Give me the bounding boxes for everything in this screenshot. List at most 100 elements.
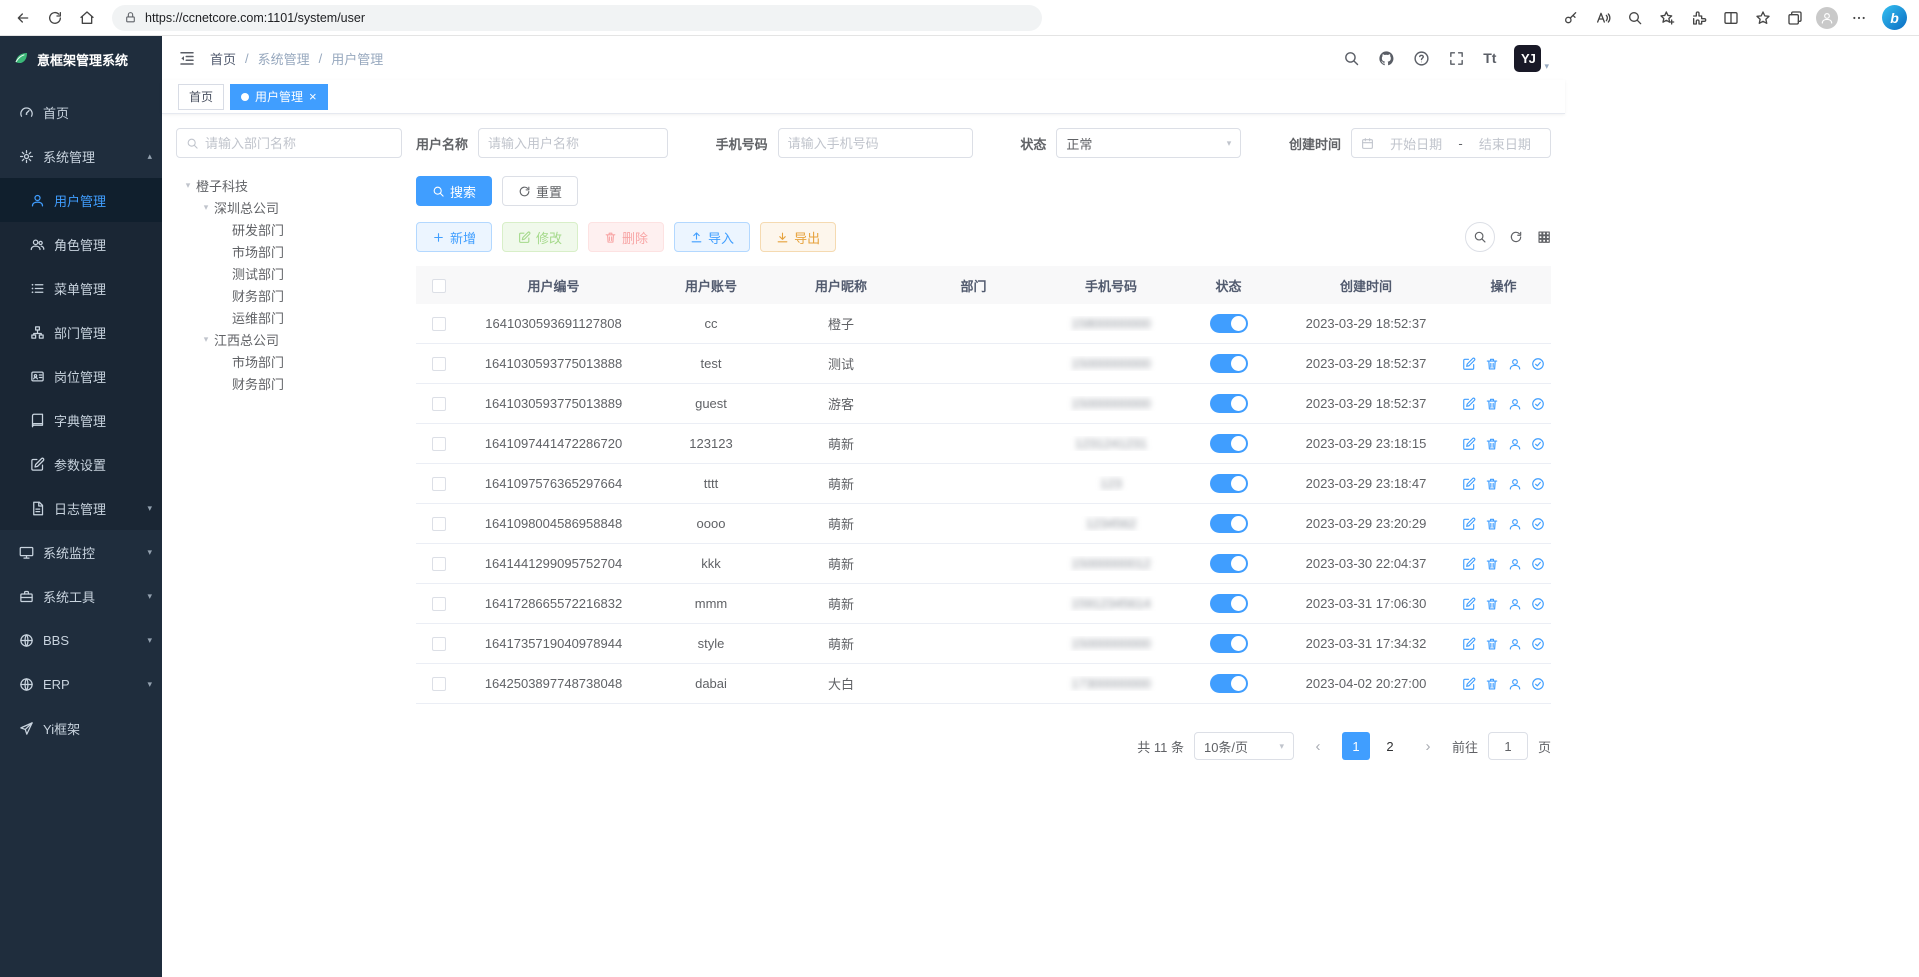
tree-node[interactable]: 财务部门 bbox=[176, 372, 402, 394]
tree-node[interactable]: 财务部门 bbox=[176, 284, 402, 306]
username-input[interactable] bbox=[488, 136, 658, 151]
status-toggle[interactable] bbox=[1210, 474, 1248, 493]
row-reset-password-icon[interactable] bbox=[1508, 517, 1522, 531]
breadcrumb-item[interactable]: 用户管理 bbox=[331, 49, 383, 68]
row-edit-icon[interactable] bbox=[1462, 477, 1476, 491]
tree-node[interactable]: 市场部门 bbox=[176, 350, 402, 372]
sidebar-item[interactable]: 系统工具 ▾ bbox=[0, 574, 162, 618]
row-reset-password-icon[interactable] bbox=[1508, 477, 1522, 491]
row-delete-icon[interactable] bbox=[1485, 477, 1499, 491]
row-checkbox[interactable] bbox=[432, 677, 446, 691]
row-reset-password-icon[interactable] bbox=[1508, 677, 1522, 691]
status-toggle[interactable] bbox=[1210, 394, 1248, 413]
github-icon[interactable] bbox=[1378, 50, 1395, 67]
row-edit-icon[interactable] bbox=[1462, 637, 1476, 651]
read-aloud-icon[interactable] bbox=[1588, 4, 1618, 32]
status-select[interactable]: 正常 ▾ bbox=[1056, 128, 1241, 158]
row-edit-icon[interactable] bbox=[1462, 557, 1476, 571]
search-icon[interactable] bbox=[1343, 50, 1360, 67]
sidebar-item[interactable]: 日志管理 ▾ bbox=[0, 486, 162, 530]
row-checkbox[interactable] bbox=[432, 317, 446, 331]
tree-node[interactable]: 市场部门 bbox=[176, 240, 402, 262]
status-toggle[interactable] bbox=[1210, 314, 1248, 333]
collections-icon[interactable] bbox=[1780, 4, 1810, 32]
edit-button[interactable]: 修改 bbox=[502, 222, 578, 252]
zoom-icon[interactable] bbox=[1620, 4, 1650, 32]
row-checkbox[interactable] bbox=[432, 637, 446, 651]
tab-close-icon[interactable]: × bbox=[309, 90, 317, 103]
sidebar-item[interactable]: 用户管理 bbox=[0, 178, 162, 222]
refresh-table-icon[interactable] bbox=[1509, 230, 1523, 244]
help-icon[interactable] bbox=[1413, 50, 1430, 67]
row-checkbox[interactable] bbox=[432, 437, 446, 451]
font-size-icon[interactable]: Tt bbox=[1483, 50, 1496, 66]
browser-more-icon[interactable] bbox=[1844, 4, 1874, 32]
page-size-select[interactable]: 10条/页 ▾ bbox=[1194, 732, 1294, 760]
sidebar-item[interactable]: 菜单管理 bbox=[0, 266, 162, 310]
goto-page-input[interactable] bbox=[1488, 732, 1528, 760]
breadcrumb-item[interactable]: 首页 bbox=[210, 49, 236, 68]
row-delete-icon[interactable] bbox=[1485, 397, 1499, 411]
row-checkbox[interactable] bbox=[432, 517, 446, 531]
status-toggle[interactable] bbox=[1210, 634, 1248, 653]
phone-input[interactable] bbox=[788, 136, 963, 151]
status-toggle[interactable] bbox=[1210, 514, 1248, 533]
tree-node[interactable]: 研发部门 bbox=[176, 218, 402, 240]
row-edit-icon[interactable] bbox=[1462, 517, 1476, 531]
row-edit-icon[interactable] bbox=[1462, 597, 1476, 611]
status-toggle[interactable] bbox=[1210, 594, 1248, 613]
split-screen-icon[interactable] bbox=[1716, 4, 1746, 32]
breadcrumb-item[interactable]: 系统管理 bbox=[258, 49, 310, 68]
row-edit-icon[interactable] bbox=[1462, 437, 1476, 451]
status-toggle[interactable] bbox=[1210, 354, 1248, 373]
tree-node[interactable]: 运维部门 bbox=[176, 306, 402, 328]
reset-button[interactable]: 重置 bbox=[502, 176, 578, 206]
favorites-icon[interactable] bbox=[1748, 4, 1778, 32]
department-search-input[interactable] bbox=[205, 136, 392, 151]
row-assign-role-icon[interactable] bbox=[1531, 397, 1545, 411]
tree-node[interactable]: ▾ 橙子科技 bbox=[176, 174, 402, 196]
search-button[interactable]: 搜索 bbox=[416, 176, 492, 206]
add-button[interactable]: 新增 bbox=[416, 222, 492, 252]
status-toggle[interactable] bbox=[1210, 434, 1248, 453]
row-delete-icon[interactable] bbox=[1485, 597, 1499, 611]
fullscreen-icon[interactable] bbox=[1448, 50, 1465, 67]
add-favorite-icon[interactable] bbox=[1652, 4, 1682, 32]
row-reset-password-icon[interactable] bbox=[1508, 357, 1522, 371]
show-search-toggle-button[interactable] bbox=[1465, 222, 1495, 252]
sidebar-item[interactable]: 首页 bbox=[0, 90, 162, 134]
row-assign-role-icon[interactable] bbox=[1531, 477, 1545, 491]
export-button[interactable]: 导出 bbox=[760, 222, 836, 252]
row-delete-icon[interactable] bbox=[1485, 637, 1499, 651]
row-delete-icon[interactable] bbox=[1485, 357, 1499, 371]
import-button[interactable]: 导入 bbox=[674, 222, 750, 252]
address-bar[interactable]: https://ccnetcore.com:1101/system/user bbox=[112, 5, 1042, 31]
sidebar-item[interactable]: 系统管理 ▴ bbox=[0, 134, 162, 178]
browser-profile-avatar[interactable] bbox=[1812, 4, 1842, 32]
tab[interactable]: 首页 bbox=[178, 84, 224, 110]
sidebar-item[interactable]: BBS ▾ bbox=[0, 618, 162, 662]
sidebar-item[interactable]: 系统监控 ▾ bbox=[0, 530, 162, 574]
sidebar-item[interactable]: 参数设置 bbox=[0, 442, 162, 486]
page-number-button[interactable]: 1 bbox=[1342, 732, 1370, 760]
select-all-checkbox[interactable] bbox=[432, 279, 446, 293]
row-checkbox[interactable] bbox=[432, 477, 446, 491]
row-checkbox[interactable] bbox=[432, 397, 446, 411]
row-checkbox[interactable] bbox=[432, 357, 446, 371]
row-checkbox[interactable] bbox=[432, 557, 446, 571]
tab[interactable]: 用户管理 × bbox=[230, 84, 328, 110]
row-edit-icon[interactable] bbox=[1462, 677, 1476, 691]
row-delete-icon[interactable] bbox=[1485, 437, 1499, 451]
delete-button[interactable]: 删除 bbox=[588, 222, 664, 252]
sidebar-item[interactable]: 部门管理 bbox=[0, 310, 162, 354]
browser-back-icon[interactable] bbox=[8, 4, 38, 32]
user-avatar[interactable]: YJ ▾ bbox=[1514, 45, 1549, 72]
sidebar-item[interactable]: 岗位管理 bbox=[0, 354, 162, 398]
tree-node[interactable]: 测试部门 bbox=[176, 262, 402, 284]
sidebar-item[interactable]: Yi框架 bbox=[0, 706, 162, 750]
tree-node[interactable]: ▾ 深圳总公司 bbox=[176, 196, 402, 218]
row-assign-role-icon[interactable] bbox=[1531, 517, 1545, 531]
row-reset-password-icon[interactable] bbox=[1508, 637, 1522, 651]
date-range-picker[interactable]: 开始日期 - 结束日期 bbox=[1351, 128, 1551, 158]
row-delete-icon[interactable] bbox=[1485, 677, 1499, 691]
